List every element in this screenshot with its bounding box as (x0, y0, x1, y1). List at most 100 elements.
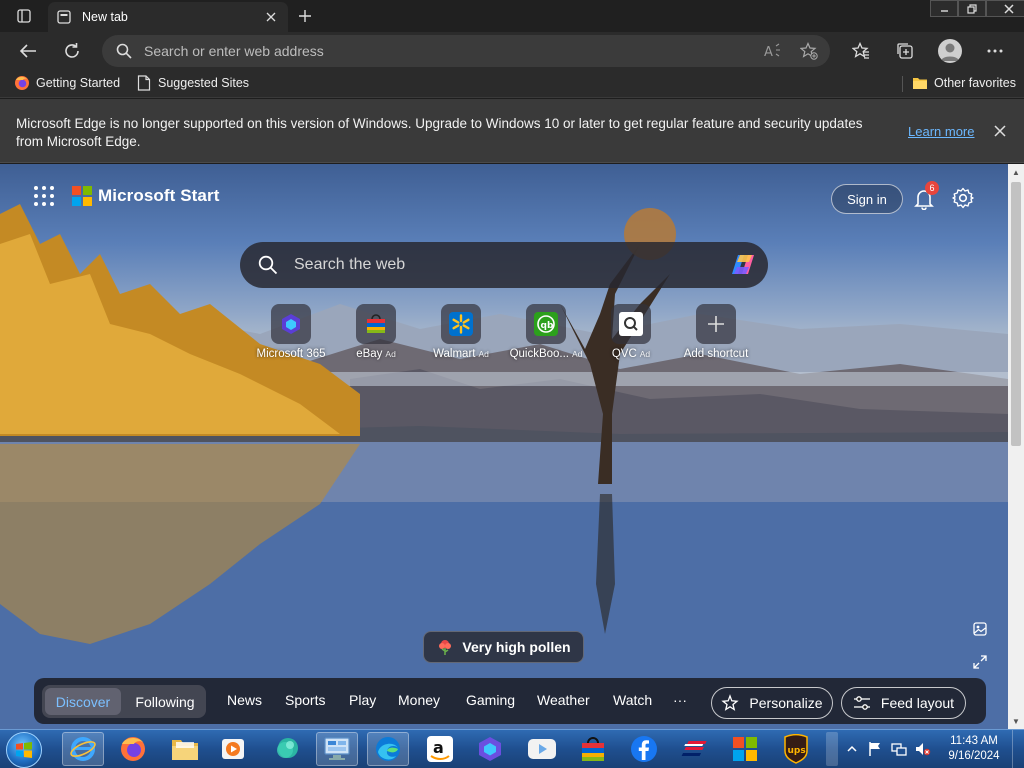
brand-title[interactable]: Microsoft Start (98, 186, 219, 206)
profile-avatar[interactable] (938, 39, 962, 63)
taskbar-messenger[interactable] (266, 732, 308, 766)
feed-nav-money[interactable]: Money (398, 692, 440, 708)
media-player-icon (222, 739, 244, 759)
taskbar-amazon[interactable]: a (419, 732, 461, 766)
shortcut-microsoft-365[interactable]: Microsoft 365 (249, 304, 333, 360)
taskbar-facebook[interactable] (623, 732, 665, 766)
taskbar-remote-desktop[interactable] (316, 732, 358, 766)
qvc-icon (619, 312, 643, 336)
taskbar-microsoft-365[interactable] (469, 732, 511, 766)
taskbar-internet-explorer[interactable] (62, 732, 104, 766)
taskbar-ups[interactable]: ups (775, 732, 817, 766)
tab-new-tab[interactable]: New tab (48, 2, 288, 32)
notification-count-badge: 6 (925, 181, 939, 195)
apps-launcher-button[interactable] (34, 186, 54, 206)
facebook-icon (631, 736, 657, 762)
settings-more-button[interactable] (980, 36, 1010, 66)
tab-actions-button[interactable] (0, 0, 48, 32)
read-aloud-button[interactable]: A (762, 40, 784, 62)
shortcut-tile (611, 304, 651, 344)
taskbar-media-player[interactable] (212, 732, 254, 766)
minimize-icon (940, 10, 948, 12)
walmart-spark-icon (449, 312, 473, 336)
network-button[interactable] (890, 740, 908, 758)
edge-icon (376, 737, 400, 761)
expand-icon (973, 655, 987, 669)
windows-taskbar: a ups 11:43 AM 9/16/2024 (0, 729, 1024, 768)
taskbar-microsoft-edge[interactable] (367, 732, 409, 766)
page-scrollbar[interactable]: ▲ ▼ (1008, 164, 1024, 729)
restore-button[interactable] (958, 0, 986, 17)
minimize-button[interactable] (930, 0, 958, 17)
plus-icon (299, 10, 311, 22)
copilot-icon[interactable] (728, 252, 758, 278)
scrollbar-thumb[interactable] (1011, 182, 1021, 446)
tab-following[interactable]: Following (126, 688, 204, 715)
tab-discover[interactable]: Discover (45, 688, 121, 715)
background-info-button[interactable] (970, 619, 990, 639)
shortcut-walmart[interactable]: Walmart Ad (419, 304, 503, 360)
feed-nav-play[interactable]: Play (349, 692, 376, 708)
firefox-icon (121, 737, 145, 761)
address-bar[interactable]: Search or enter web address A (102, 35, 830, 67)
scroll-down-button[interactable]: ▼ (1008, 713, 1024, 729)
shortcut-tile (271, 304, 311, 344)
shortcut-qvc[interactable]: QVC Ad (589, 304, 673, 360)
taskbar-ebay[interactable] (572, 732, 614, 766)
taskbar-youtube[interactable] (521, 732, 563, 766)
feed-nav-news[interactable]: News (227, 692, 262, 708)
feed-nav-watch[interactable]: Watch (613, 692, 652, 708)
other-favorites-folder[interactable]: Other favorites (912, 75, 1016, 91)
infobar-close-button[interactable] (990, 121, 1010, 141)
new-tab-button[interactable] (292, 4, 318, 28)
pollen-alert-pill[interactable]: Very high pollen (423, 631, 584, 663)
taskbar-microsoft-store[interactable] (724, 732, 766, 766)
folder-icon (172, 740, 198, 760)
amazon-icon: a (427, 736, 453, 762)
pollen-text: Very high pollen (462, 639, 571, 655)
folder-icon (912, 75, 928, 91)
collections-button[interactable] (890, 36, 920, 66)
web-search-placeholder: Search the web (294, 256, 406, 273)
refresh-button[interactable] (57, 36, 87, 66)
favorite-getting-started[interactable]: Getting Started (14, 75, 120, 91)
web-search-box[interactable]: Search the web (240, 242, 768, 288)
expand-background-button[interactable] (970, 652, 990, 672)
favorite-suggested-sites[interactable]: Suggested Sites (136, 75, 249, 91)
feed-nav-gaming[interactable]: Gaming (466, 692, 515, 708)
feed-nav-more[interactable]: ··· (673, 692, 687, 708)
sign-in-button[interactable]: Sign in (831, 184, 903, 214)
learn-more-link[interactable]: Learn more (908, 124, 974, 139)
svg-text:ups: ups (788, 746, 806, 756)
tab-close-button[interactable] (262, 8, 280, 26)
ups-shield-icon: ups (784, 734, 808, 764)
action-center-button[interactable] (866, 740, 884, 758)
show-desktop-button[interactable] (1012, 730, 1024, 768)
feed-nav-sports[interactable]: Sports (285, 692, 325, 708)
favorites-icon (852, 42, 869, 59)
personalize-button[interactable]: Personalize (711, 687, 833, 719)
start-button[interactable] (6, 732, 42, 768)
show-hidden-icons-button[interactable] (843, 740, 861, 758)
microsoft-365-icon (282, 314, 300, 334)
system-clock[interactable]: 11:43 AM 9/16/2024 (942, 734, 1006, 764)
taskbar-firefox[interactable] (112, 732, 154, 766)
tray-scroll-button[interactable] (826, 732, 838, 766)
favorite-label: Suggested Sites (158, 76, 250, 90)
shortcut-ebay[interactable]: eBay Ad (334, 304, 418, 360)
feed-layout-button[interactable]: Feed layout (841, 687, 966, 719)
back-button[interactable] (13, 36, 43, 66)
add-favorite-button[interactable] (798, 40, 820, 62)
volume-button[interactable] (914, 740, 932, 758)
taskbar-file-explorer[interactable] (164, 732, 206, 766)
add-shortcut-button[interactable]: Add shortcut (674, 304, 758, 360)
scroll-up-button[interactable]: ▲ (1008, 164, 1024, 180)
feed-navigation-bar: Discover Following News Sports Play Mone… (34, 678, 986, 724)
shortcut-quickbooks[interactable]: qb QuickBoo... Ad (504, 304, 588, 360)
taskbar-bank-of-america[interactable] (674, 732, 716, 766)
window-close-button[interactable] (986, 0, 1024, 17)
feed-nav-weather[interactable]: Weather (537, 692, 590, 708)
page-settings-button[interactable] (950, 185, 976, 211)
favorites-button[interactable] (846, 36, 876, 66)
shortcut-label: Add shortcut (683, 348, 749, 360)
